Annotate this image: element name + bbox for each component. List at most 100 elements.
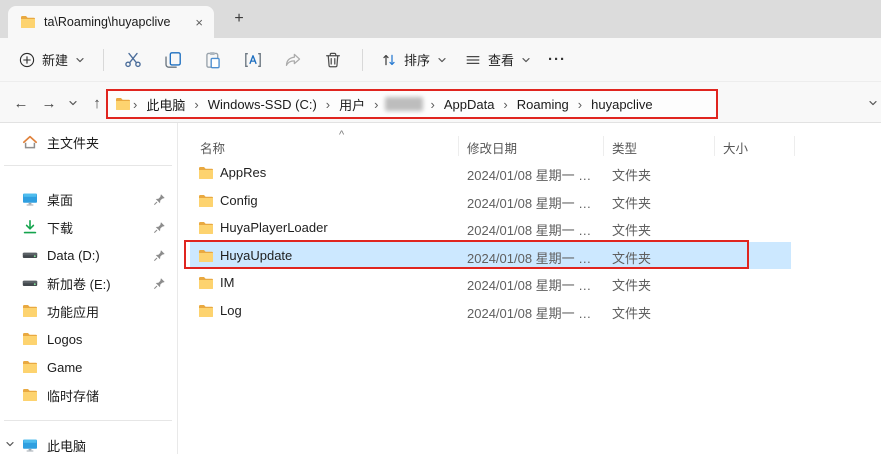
paste-button[interactable] (193, 44, 233, 76)
table-row-huyaupdate-selected[interactable]: HuyaUpdate 2024/01/08 星期一 … 文件夹 (179, 242, 881, 270)
sidebar-item-downloads[interactable]: 下载 (0, 213, 178, 241)
breadcrumb-separator: › (429, 97, 435, 112)
recent-locations-button[interactable] (60, 90, 86, 116)
more-icon: ··· (548, 51, 566, 68)
back-icon: ← (14, 95, 29, 112)
folder-icon (198, 275, 214, 291)
back-button[interactable]: ← (8, 90, 34, 116)
file-type: 文件夹 (612, 303, 651, 322)
column-header-type[interactable]: 类型 (612, 138, 637, 157)
sidebar-item-desktop[interactable]: 桌面 (0, 185, 178, 213)
copy-button[interactable] (153, 44, 193, 76)
sidebar-item-game[interactable]: Game (0, 353, 178, 381)
file-name: HuyaUpdate (220, 248, 292, 263)
view-icon (465, 52, 481, 68)
table-row-config[interactable]: Config 2024/01/08 星期一 … 文件夹 (179, 187, 881, 215)
folder-icon (22, 359, 38, 375)
folder-icon (115, 96, 131, 112)
file-name: HuyaPlayerLoader (220, 220, 328, 235)
sort-button-label: 排序 (404, 50, 430, 69)
paste-icon (204, 51, 222, 69)
sidebar-item-logos[interactable]: Logos (0, 325, 178, 353)
new-button[interactable]: 新建 (10, 44, 94, 76)
column-header-name[interactable]: 名称 (200, 138, 225, 157)
chevron-down-icon (437, 55, 447, 65)
column-header-date[interactable]: 修改日期 (467, 138, 517, 157)
chevron-down-icon (75, 55, 85, 65)
delete-icon (324, 51, 342, 69)
file-list: ^ 名称 修改日期 类型 大小 AppRes 2024/01/08 星期一 … … (179, 123, 881, 454)
delete-button[interactable] (313, 44, 353, 76)
folder-icon (22, 303, 38, 319)
table-row-appres[interactable]: AppRes 2024/01/08 星期一 … 文件夹 (179, 159, 881, 187)
drive-icon (22, 247, 38, 263)
navigation-pane: 主文件夹 桌面 下载 Data (D:) 新加卷 (E:) 功能应用 (0, 123, 178, 454)
breadcrumb[interactable]: › 此电脑 › Windows-SSD (C:) › 用户 › › AppDat… (106, 89, 718, 119)
address-bar-row: ← → ↑ › 此电脑 › Windows-SSD (C:) › 用户 › › … (0, 81, 881, 123)
toolbar-divider (103, 49, 104, 71)
breadcrumb-item-this-pc[interactable]: 此电脑 (139, 95, 192, 114)
expand-chevron-icon[interactable] (5, 439, 15, 449)
column-headers: ^ 名称 修改日期 类型 大小 (179, 132, 881, 158)
table-row-log[interactable]: Log 2024/01/08 星期一 … 文件夹 (179, 297, 881, 325)
file-name: Log (220, 303, 242, 318)
file-date: 2024/01/08 星期一 … (467, 165, 591, 184)
copy-icon (164, 51, 182, 69)
share-button[interactable] (273, 44, 313, 76)
file-type: 文件夹 (612, 275, 651, 294)
tab-title: ta\Roaming\huyapclive (44, 15, 184, 29)
table-row-im[interactable]: IM 2024/01/08 星期一 … 文件夹 (179, 269, 881, 297)
breadcrumb-item-appdata[interactable]: AppData (437, 97, 502, 112)
sidebar-item-label: Data (D:) (47, 248, 100, 263)
column-divider[interactable] (603, 136, 604, 156)
sidebar-item-home[interactable]: 主文件夹 (0, 128, 178, 156)
cut-icon (124, 51, 142, 69)
breadcrumb-separator: › (132, 97, 138, 112)
sidebar-item-label: 主文件夹 (47, 133, 99, 152)
new-tab-button[interactable]: + (228, 8, 250, 30)
chevron-down-icon (521, 55, 531, 65)
more-button[interactable]: ··· (540, 44, 574, 76)
close-icon[interactable]: × (192, 15, 206, 30)
file-type: 文件夹 (612, 248, 651, 267)
explorer-tab[interactable]: ta\Roaming\huyapclive × (8, 6, 214, 38)
up-icon: ↑ (93, 95, 101, 112)
share-icon (284, 51, 302, 69)
view-button-label: 查看 (488, 50, 514, 69)
column-divider[interactable] (458, 136, 459, 156)
rename-button[interactable] (233, 44, 273, 76)
breadcrumb-item-users[interactable]: 用户 (332, 95, 372, 114)
sidebar-item-label: 新加卷 (E:) (47, 274, 111, 293)
column-divider[interactable] (714, 136, 715, 156)
forward-icon: → (42, 95, 57, 112)
breadcrumb-item-drive-c[interactable]: Windows-SSD (C:) (201, 97, 324, 112)
view-button[interactable]: 查看 (456, 44, 540, 76)
home-icon (22, 134, 38, 150)
sidebar-item-label: 功能应用 (47, 302, 99, 321)
address-dropdown-icon[interactable] (868, 98, 878, 108)
pin-icon (153, 277, 166, 290)
sidebar-item-linshicunchu[interactable]: 临时存储 (0, 381, 178, 409)
file-name: AppRes (220, 165, 266, 180)
breadcrumb-item-roaming[interactable]: Roaming (510, 97, 576, 112)
forward-button[interactable]: → (36, 90, 62, 116)
sidebar-item-this-pc[interactable]: 此电脑 (0, 431, 178, 454)
breadcrumb-separator: › (325, 97, 331, 112)
cut-button[interactable] (113, 44, 153, 76)
breadcrumb-separator: › (193, 97, 199, 112)
sidebar-divider (4, 165, 172, 166)
column-divider[interactable] (794, 136, 795, 156)
toolbar-divider (362, 49, 363, 71)
sort-button[interactable]: 排序 (372, 44, 456, 76)
this-pc-icon (22, 437, 38, 453)
sidebar-item-gongnengyingyong[interactable]: 功能应用 (0, 297, 178, 325)
folder-icon (20, 14, 36, 30)
column-header-size[interactable]: 大小 (723, 138, 748, 157)
desktop-icon (22, 191, 38, 207)
breadcrumb-item-huyapclive[interactable]: huyapclive (584, 97, 659, 112)
table-row-huyaplayerloader[interactable]: HuyaPlayerLoader 2024/01/08 星期一 … 文件夹 (179, 214, 881, 242)
sidebar-item-volume-e[interactable]: 新加卷 (E:) (0, 269, 178, 297)
sidebar-item-data-d[interactable]: Data (D:) (0, 241, 178, 269)
breadcrumb-item-username-redacted[interactable] (385, 97, 423, 111)
file-date: 2024/01/08 星期一 … (467, 220, 591, 239)
